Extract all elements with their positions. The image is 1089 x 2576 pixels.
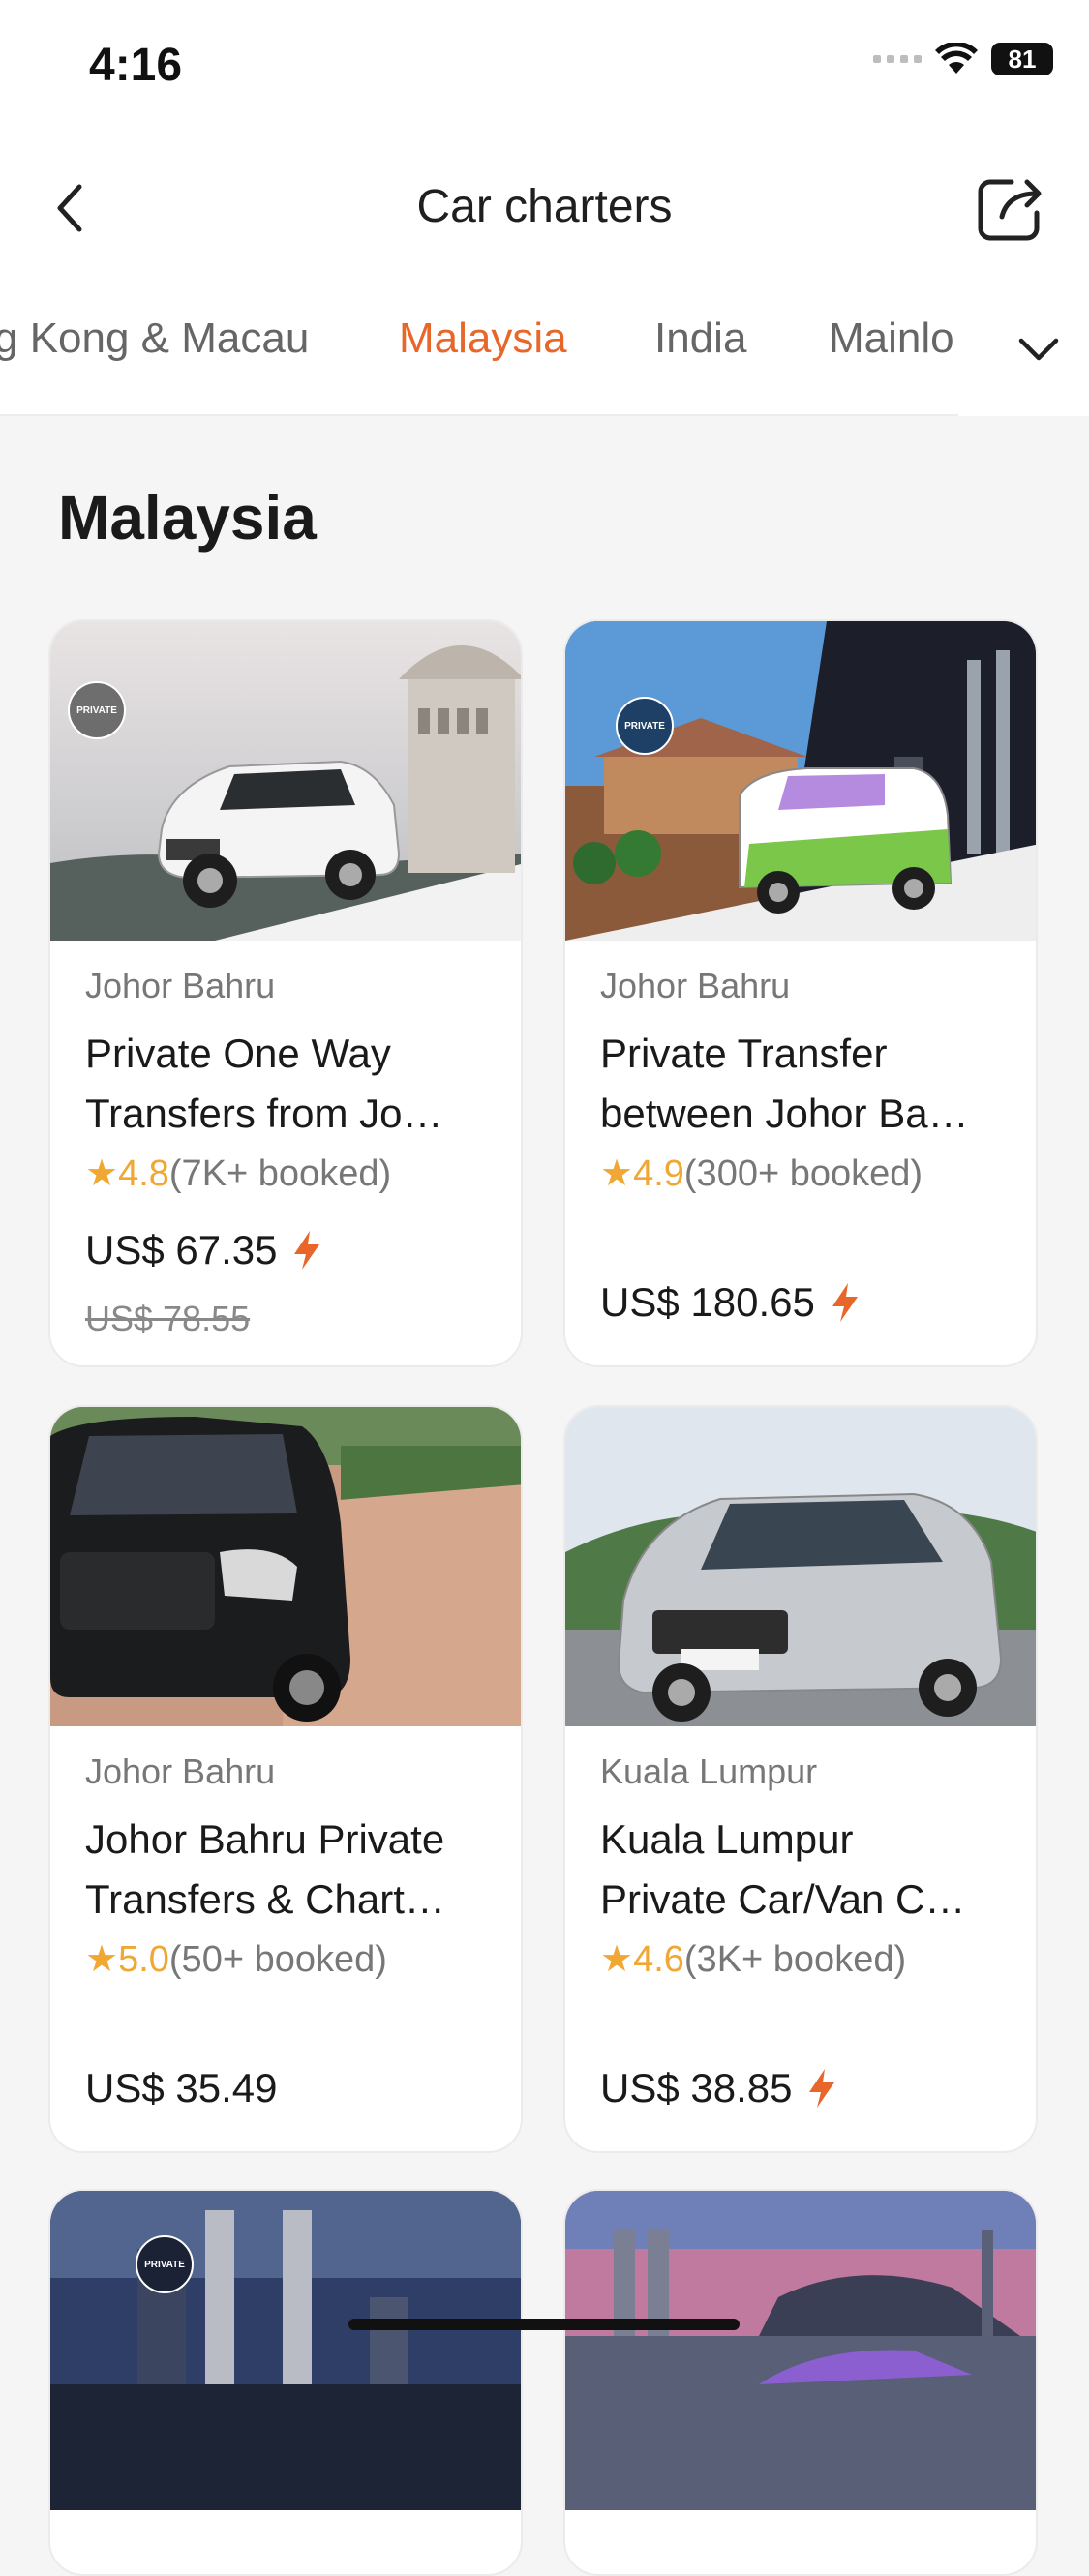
card-image: [50, 1407, 521, 1726]
private-badge: PRIVATE: [68, 681, 126, 739]
category-tabs: g Kong & Macau Malaysia India Mainlo: [0, 315, 958, 382]
card-title: Kuala Lumpur Private Car/Van C…: [600, 1816, 966, 1922]
product-card[interactable]: [563, 2189, 1038, 2576]
product-card[interactable]: Johor Bahru Johor Bahru Private Transfer…: [48, 1405, 523, 2153]
status-time: 4:16: [89, 40, 183, 91]
star-icon: ★: [85, 1939, 119, 1980]
tabs-expand-button[interactable]: [1010, 319, 1068, 377]
product-card[interactable]: PRIVATE Johor Bahru Private One Way Tran…: [48, 619, 523, 1367]
product-card[interactable]: PRIVATE Johor Bahru Private Transfer bet…: [563, 619, 1038, 1367]
star-icon: ★: [85, 1153, 119, 1194]
tab-hong-kong-macau[interactable]: g Kong & Macau: [0, 315, 309, 363]
card-location: Johor Bahru: [85, 1752, 276, 1791]
card-price: US$ 35.49: [85, 2065, 278, 2111]
card-rating: ★4.8(7K+ booked): [85, 1153, 392, 1194]
card-rating: ★4.6(3K+ booked): [600, 1939, 907, 1980]
card-title: Johor Bahru Private Transfers & Chart…: [85, 1816, 445, 1922]
page-title: Car charters: [416, 181, 673, 232]
card-price: US$ 67.35: [85, 1227, 323, 1273]
star-icon: ★: [600, 1939, 634, 1980]
product-card[interactable]: Kuala Lumpur Kuala Lumpur Private Car/Va…: [563, 1405, 1038, 2153]
card-original-price: US$ 78.55: [85, 1299, 251, 1338]
battery-level: 81: [991, 43, 1053, 75]
card-price: US$ 38.85: [600, 2065, 838, 2112]
tab-mainland[interactable]: Mainlo: [829, 315, 954, 363]
card-location: Johor Bahru: [600, 966, 791, 1005]
card-location: Johor Bahru: [85, 966, 276, 1005]
instant-confirmation-icon: [809, 2069, 835, 2108]
card-image: PRIVATE: [565, 621, 1036, 941]
header: 4:16 81 Car charters g Kong & Macau Mala…: [0, 0, 1089, 416]
share-icon: [978, 179, 1042, 241]
card-title: Private Transfer between Johor Ba…: [600, 1031, 969, 1136]
chevron-down-icon: [1018, 338, 1059, 361]
instant-confirmation-icon: [832, 1283, 858, 1322]
product-card[interactable]: PRIVATE: [48, 2189, 523, 2576]
card-location: Kuala Lumpur: [600, 1752, 818, 1791]
card-rating: ★5.0(50+ booked): [85, 1939, 387, 1980]
card-image: PRIVATE: [50, 621, 521, 941]
section-title: Malaysia: [58, 483, 317, 553]
card-rating: ★4.9(300+ booked): [600, 1153, 923, 1194]
private-badge: PRIVATE: [136, 2235, 194, 2293]
star-icon: ★: [600, 1153, 634, 1194]
battery-icon: 81: [991, 43, 1053, 75]
cellular-signal-icon: [873, 55, 922, 63]
wifi-icon: [935, 43, 978, 74]
card-image: [565, 1407, 1036, 1726]
card-title: Private One Way Transfers from Jo…: [85, 1031, 443, 1136]
tabs-divider: [0, 414, 958, 416]
home-indicator: [348, 2319, 740, 2330]
tab-malaysia[interactable]: Malaysia: [399, 315, 567, 363]
instant-confirmation-icon: [294, 1231, 320, 1270]
card-image: PRIVATE: [50, 2191, 521, 2510]
share-button[interactable]: [973, 172, 1046, 246]
card-image: [565, 2191, 1036, 2510]
private-badge: PRIVATE: [616, 697, 674, 755]
tab-india[interactable]: India: [654, 315, 746, 363]
card-price: US$ 180.65: [600, 1279, 862, 1326]
status-icons: 81: [873, 43, 1053, 75]
